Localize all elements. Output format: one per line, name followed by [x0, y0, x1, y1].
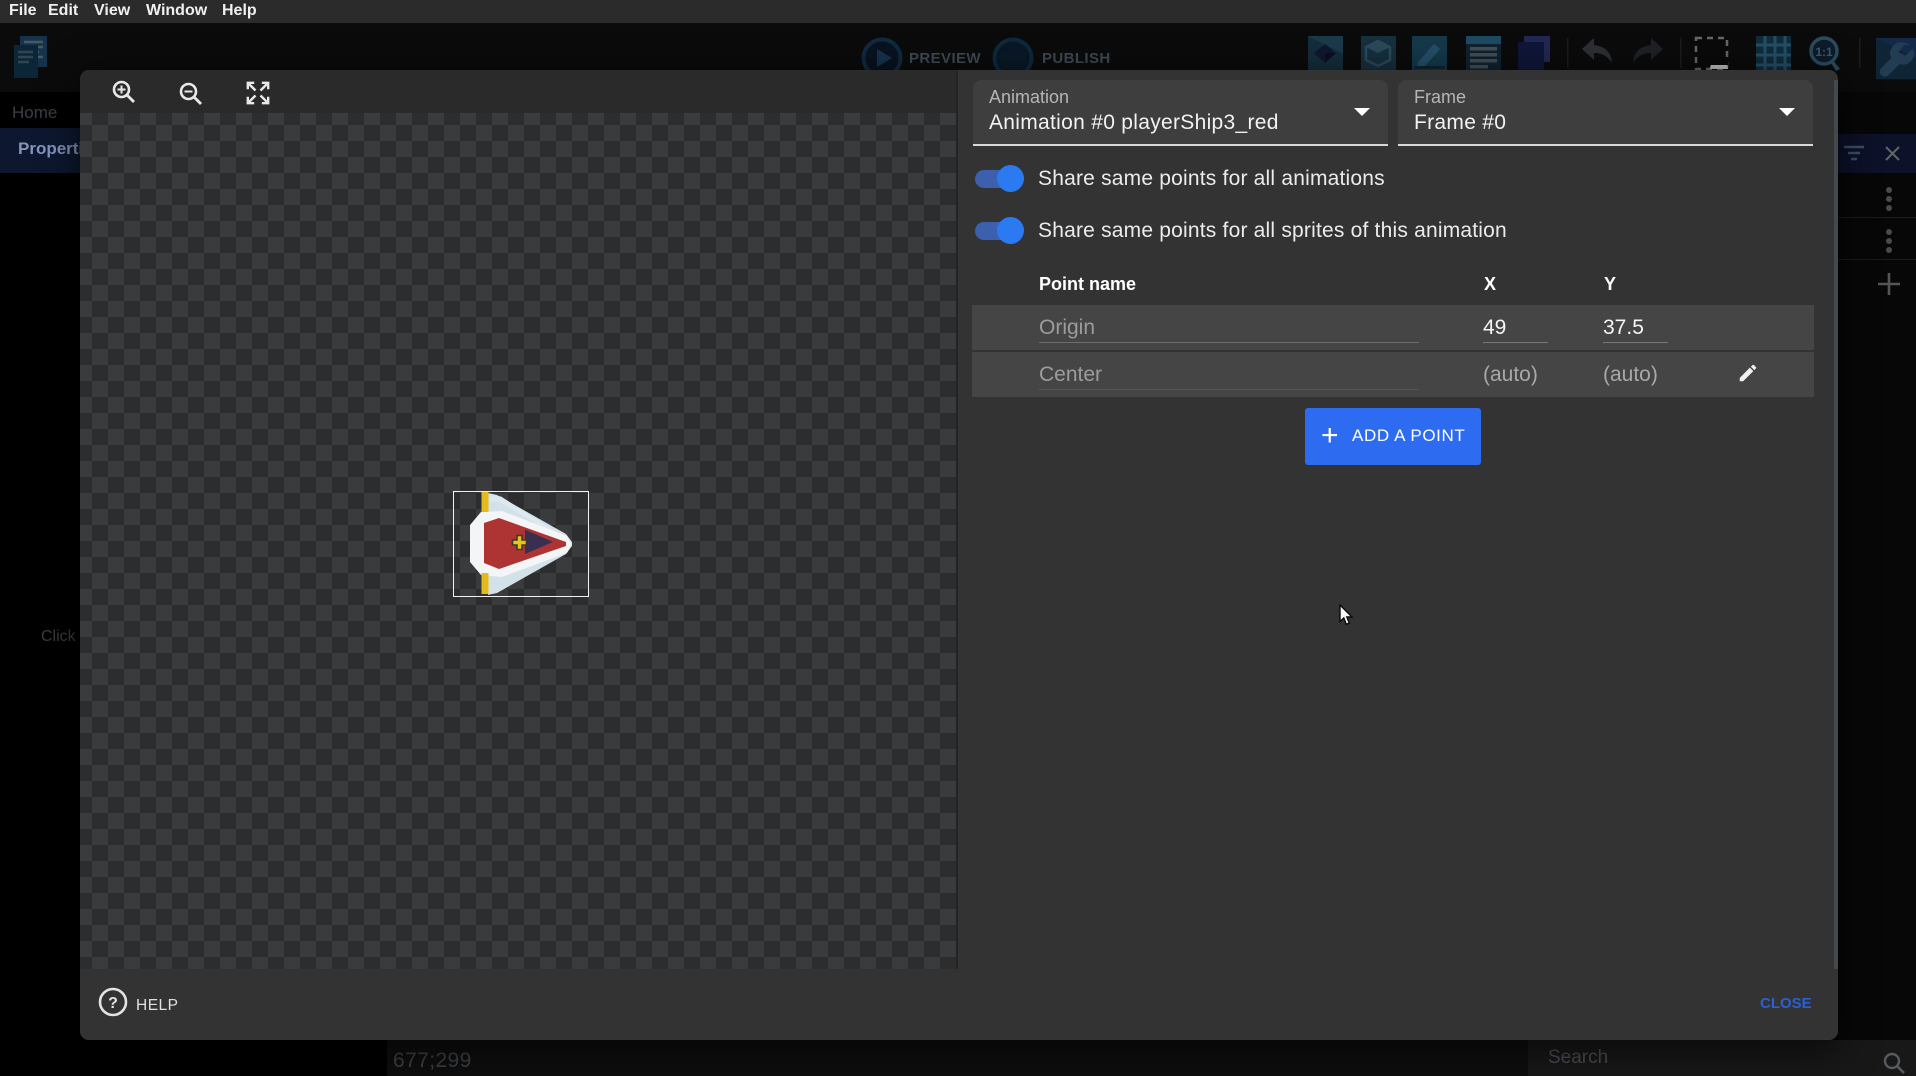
svg-text:1:1: 1:1 [1815, 45, 1833, 59]
svg-text:?: ? [108, 995, 118, 1012]
